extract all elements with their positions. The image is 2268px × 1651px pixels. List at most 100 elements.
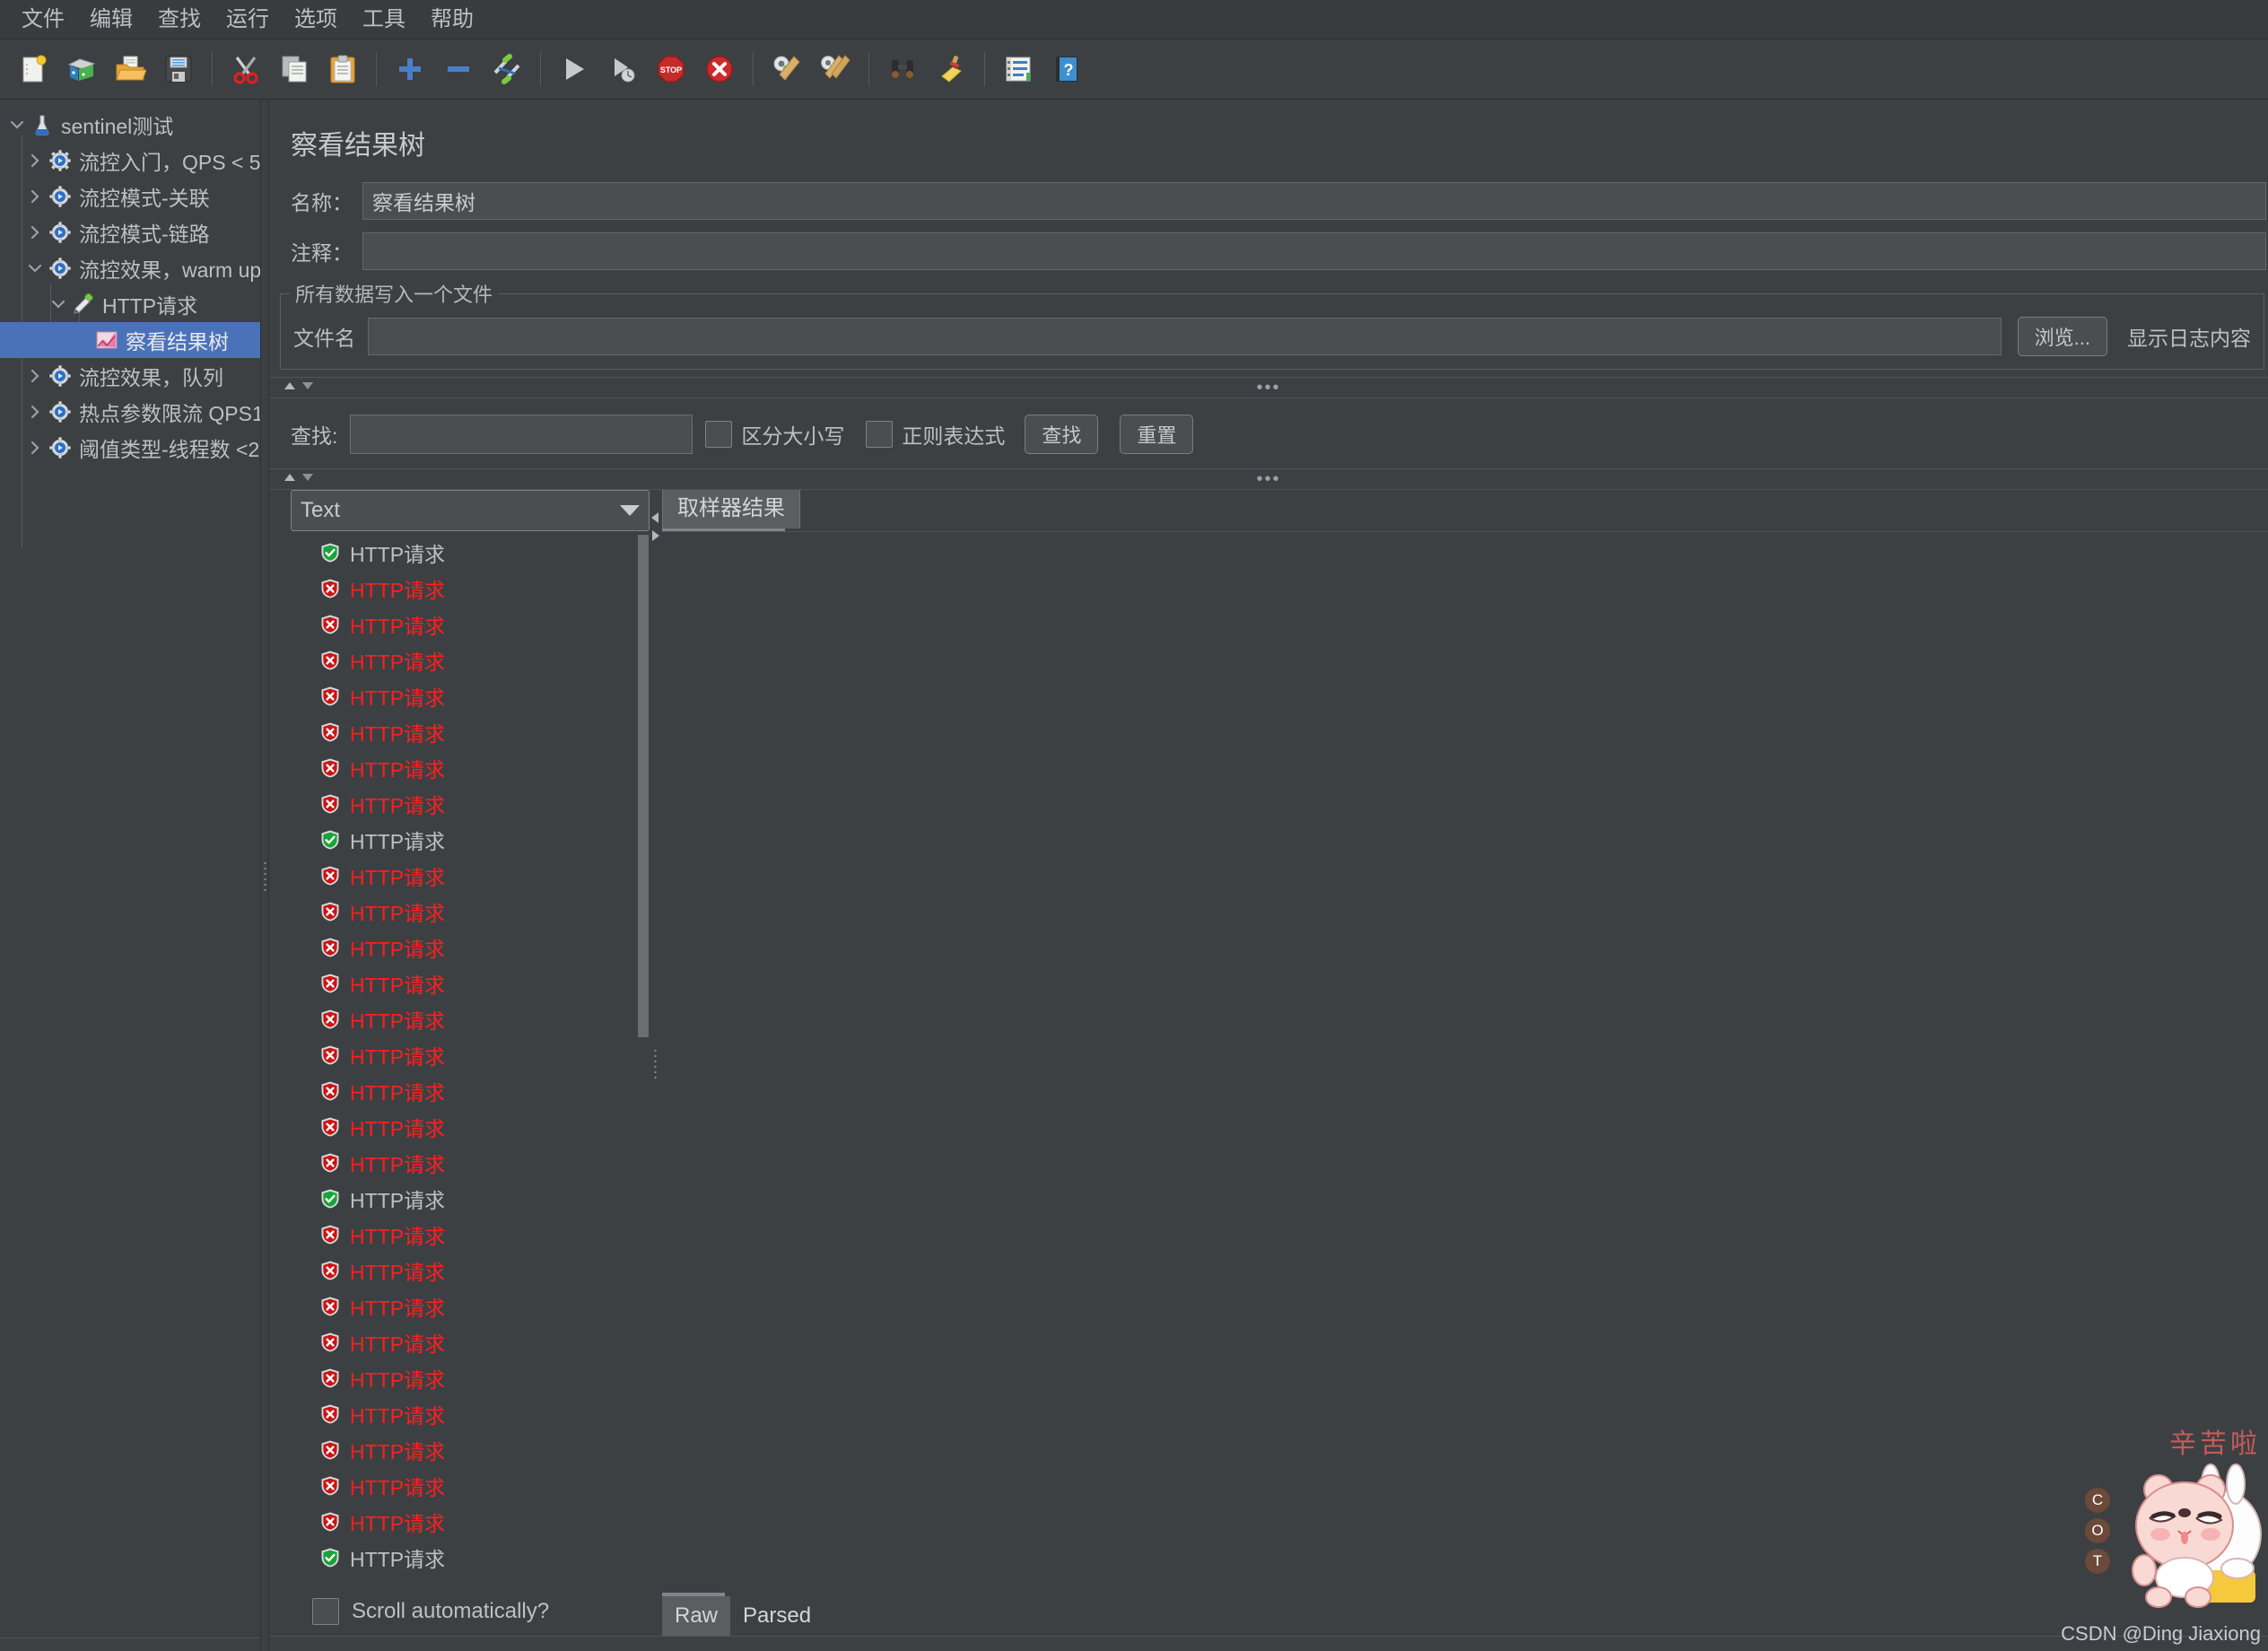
open-folder-icon[interactable]	[109, 48, 151, 90]
result-list-item[interactable]: HTTP请求	[291, 894, 650, 930]
regex-checkbox[interactable]	[866, 421, 894, 448]
scroll-automatically-checkbox[interactable]	[312, 1598, 339, 1625]
tree-node-thread-group-hotspot[interactable]: 热点参数限流 QPS1	[0, 394, 260, 430]
tree-node-thread-group-1[interactable]: 流控入门，QPS < 5	[0, 143, 260, 179]
result-list-item[interactable]: HTTP请求	[291, 1217, 650, 1253]
result-list-item[interactable]: HTTP请求	[291, 1109, 650, 1145]
result-list-item[interactable]: HTTP请求	[291, 1037, 650, 1073]
find-button[interactable]: 查找	[1025, 415, 1099, 454]
tab-raw[interactable]: Raw	[662, 1596, 731, 1636]
reset-button[interactable]: 重置	[1120, 415, 1194, 454]
collapse-bar-1[interactable]: •••	[269, 377, 2268, 398]
regex-checkbox-wrap[interactable]: 正则表达式	[866, 419, 1005, 450]
result-detail-area[interactable]	[662, 531, 2268, 1593]
result-list-item[interactable]: HTTP请求	[291, 571, 650, 607]
paste-clipboard-icon[interactable]	[322, 48, 363, 90]
chevron-down-icon[interactable]	[620, 505, 640, 516]
tab-parsed[interactable]: Parsed	[730, 1596, 824, 1636]
function-helper-icon[interactable]	[998, 48, 1039, 90]
tree-node-thread-group-2[interactable]: 流控模式-关联	[0, 179, 260, 214]
result-list-item[interactable]: HTTP请求	[291, 714, 650, 750]
drag-dots[interactable]: •••	[1256, 379, 1280, 397]
result-list-item[interactable]: HTTP请求	[291, 1540, 650, 1576]
cut-scissors-icon[interactable]	[225, 48, 266, 90]
stop-sign-icon[interactable]: STOP	[650, 48, 692, 90]
drag-dots[interactable]: •••	[1256, 470, 1280, 488]
result-list-item[interactable]: HTTP请求	[291, 1396, 650, 1432]
expand-plus-icon[interactable]	[389, 48, 431, 90]
result-list-item[interactable]: HTTP请求	[291, 1324, 650, 1360]
result-list-scrollbar[interactable]	[637, 535, 650, 1587]
collapse-bar-2[interactable]: •••	[269, 468, 2268, 490]
result-list-item[interactable]: HTTP请求	[291, 858, 650, 894]
menu-search[interactable]: 查找	[145, 4, 214, 35]
menu-edit[interactable]: 编辑	[77, 4, 145, 35]
binoculars-search-icon[interactable]	[882, 48, 923, 90]
reset-broom-icon[interactable]	[930, 48, 972, 90]
search-input[interactable]	[350, 415, 693, 454]
start-no-timers-icon[interactable]	[602, 48, 643, 90]
menu-tools[interactable]: 工具	[350, 4, 418, 35]
collapse-arrows[interactable]	[269, 380, 314, 396]
arrow-down-icon[interactable]	[301, 471, 314, 487]
result-list-item[interactable]: HTTP请求	[291, 1468, 650, 1504]
help-book-icon[interactable]: ?	[1046, 48, 1087, 90]
main-vertical-splitter[interactable]	[260, 100, 269, 1651]
case-sensitive-checkbox[interactable]	[705, 421, 733, 448]
arrow-up-icon[interactable]	[284, 380, 296, 396]
splitter-collapse-right-icon[interactable]	[650, 529, 660, 546]
results-horizontal-splitter[interactable]	[650, 490, 662, 1636]
result-list-item[interactable]: HTTP请求	[291, 1360, 650, 1396]
scrollbar-thumb[interactable]	[638, 535, 649, 1037]
browse-button[interactable]: 浏览...	[2017, 317, 2107, 356]
comment-input[interactable]	[362, 232, 2266, 270]
menu-options[interactable]: 选项	[282, 4, 350, 35]
tree-node-thread-group-queue[interactable]: 流控效果，队列	[0, 358, 260, 394]
chevron-right-icon[interactable]	[23, 368, 47, 384]
chevron-down-icon[interactable]	[23, 260, 47, 276]
tree-node-http-sampler[interactable]: HTTP请求	[0, 286, 260, 322]
splitter-grip[interactable]	[264, 860, 266, 891]
test-plan-tree[interactable]: sentinel测试 流控入门，QPS < 5 流控模式-关联 流控模式-链路 …	[0, 100, 260, 1651]
menu-file[interactable]: 文件	[9, 4, 77, 35]
result-list-item[interactable]: HTTP请求	[291, 1181, 650, 1217]
splitter-collapse-left-icon[interactable]	[650, 511, 660, 528]
chevron-right-icon[interactable]	[23, 188, 47, 205]
result-list-item[interactable]: HTTP请求	[291, 930, 650, 965]
case-sensitive-checkbox-wrap[interactable]: 区分大小写	[705, 419, 844, 450]
result-list-item[interactable]: HTTP请求	[291, 1145, 650, 1181]
toggle-pin-icon[interactable]	[486, 48, 528, 90]
chevron-down-icon[interactable]	[5, 117, 29, 133]
result-list-item[interactable]: HTTP请求	[291, 1432, 650, 1468]
filename-input[interactable]	[368, 318, 2002, 355]
templates-icon[interactable]	[61, 48, 102, 90]
name-input[interactable]	[362, 182, 2266, 220]
chevron-down-icon[interactable]	[47, 296, 70, 312]
tree-node-thread-group-threshold[interactable]: 阈值类型-线程数 <2	[0, 430, 260, 466]
save-floppy-icon[interactable]	[158, 48, 199, 90]
chevron-right-icon[interactable]	[23, 153, 47, 169]
clear-gear-broom-icon[interactable]	[766, 48, 807, 90]
arrow-up-icon[interactable]	[284, 471, 296, 487]
result-list-item[interactable]: HTTP请求	[291, 965, 650, 1001]
collapse-minus-icon[interactable]	[438, 48, 479, 90]
menu-run[interactable]: 运行	[214, 4, 282, 35]
splitter-grip[interactable]	[654, 1047, 657, 1079]
tree-node-thread-group-3[interactable]: 流控模式-链路	[0, 214, 260, 250]
arrow-down-icon[interactable]	[301, 380, 314, 396]
result-list-item[interactable]: HTTP请求	[291, 607, 650, 642]
menu-help[interactable]: 帮助	[418, 4, 486, 35]
scroll-automatically-row[interactable]: Scroll automatically?	[291, 1587, 650, 1636]
result-list-item[interactable]: HTTP请求	[291, 1073, 650, 1109]
result-list-item[interactable]: HTTP请求	[291, 642, 650, 678]
copy-pages-icon[interactable]	[274, 48, 315, 90]
result-list-item[interactable]: HTTP请求	[291, 535, 650, 571]
result-list-item[interactable]: HTTP请求	[291, 786, 650, 822]
shutdown-x-icon[interactable]	[699, 48, 740, 90]
chevron-right-icon[interactable]	[23, 224, 47, 240]
new-document-icon[interactable]	[13, 48, 54, 90]
start-play-icon[interactable]	[554, 48, 595, 90]
result-list-item[interactable]: HTTP请求	[291, 822, 650, 858]
result-list-item[interactable]: HTTP请求	[291, 1001, 650, 1037]
result-list-item[interactable]: HTTP请求	[291, 750, 650, 786]
